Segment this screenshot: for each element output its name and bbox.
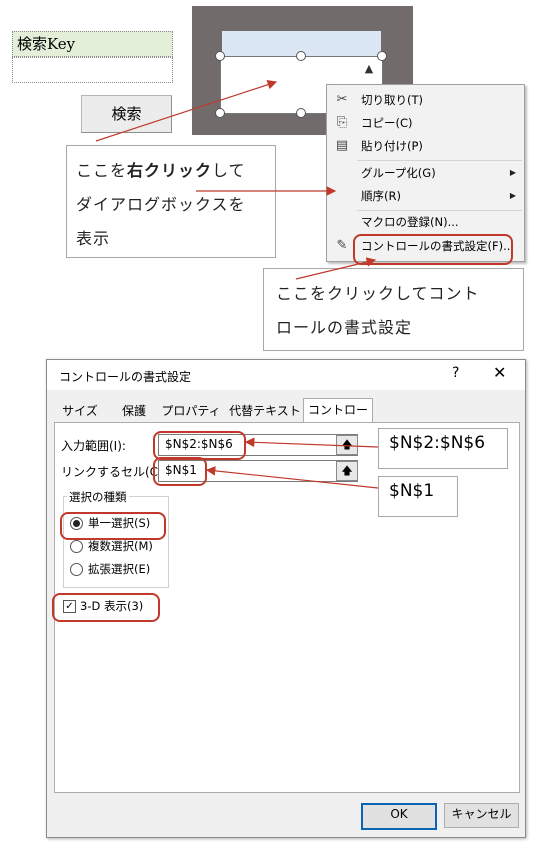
arrow-to-input-range xyxy=(244,437,379,448)
arrow-to-linked-cell xyxy=(205,466,379,489)
arrow-to-listbox xyxy=(95,80,278,142)
annotation-arrows xyxy=(95,80,379,489)
arrow-to-format-item xyxy=(295,257,377,280)
